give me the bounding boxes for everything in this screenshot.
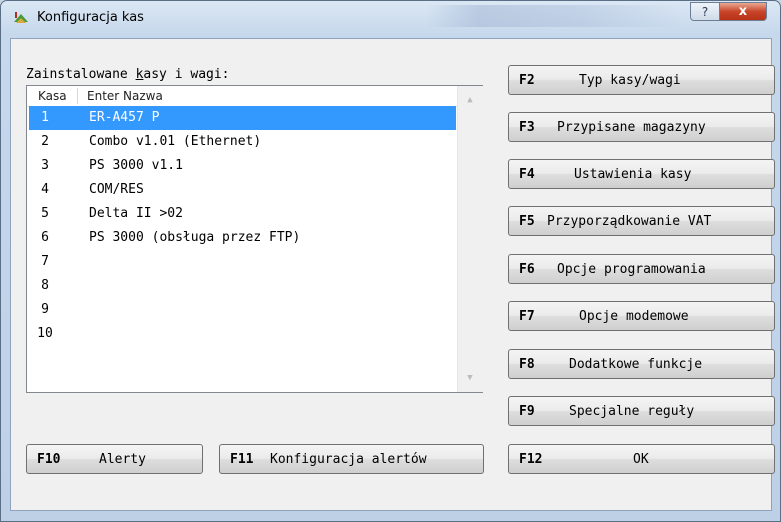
shortcut-key: F7 [519,309,535,324]
kasa-number: 5 [41,206,49,221]
button-label: Opcje programowania [557,262,706,277]
question-icon: ? [701,4,709,19]
button-label: Alerty [99,452,146,467]
window-title: Konfiguracja kas [37,10,144,25]
column-header-kasa[interactable]: Kasa [38,89,67,103]
kasa-number: 9 [41,302,49,317]
shortcut-key: F9 [519,404,535,419]
list-item[interactable]: 5 Delta II >02 [29,202,456,226]
shortcut-key: F11 [230,452,254,467]
programming-options-button[interactable]: F6 Opcje programowania [508,254,775,284]
list-item[interactable]: 7 [29,250,456,274]
shortcut-key: F3 [519,120,535,135]
button-label: Dodatkowe funkcje [569,357,703,372]
scroll-up-icon[interactable]: ▲ [464,95,476,105]
list-header: Kasa Enter Nazwa [27,86,457,107]
list-item[interactable]: 6 PS 3000 (obsługa przez FTP) [29,226,456,250]
kasa-name: COM/RES [89,182,144,197]
special-rules-button[interactable]: F9 Specjalne reguły [508,396,775,426]
kasa-number: 10 [37,326,53,341]
shortcut-key: F5 [519,214,535,229]
shortcut-key: F12 [519,452,543,467]
column-separator [77,88,78,104]
button-label: Specjalne reguły [569,404,695,419]
ok-button[interactable]: F12 OK [508,444,775,474]
shortcut-key: F8 [519,357,535,372]
list-item[interactable]: 3 PS 3000 v1.1 [29,154,456,178]
kasa-number: 7 [41,254,49,269]
kasa-number: 2 [41,134,49,149]
cash-register-list[interactable]: Kasa Enter Nazwa 1 ER-A457 P 2 Combo v1.01 … [26,85,483,393]
kasa-number: 3 [41,158,49,173]
help-button[interactable]: ? [690,2,720,21]
kasa-name: PS 3000 v1.1 [89,158,183,173]
button-label: Przyporządkowanie VAT [547,214,712,229]
kasa-number: 8 [41,278,49,293]
list-item[interactable]: 2 Combo v1.01 (Ethernet) [29,130,456,154]
kasa-number: 1 [41,110,49,125]
register-settings-button[interactable]: F4 Ustawienia kasy [508,159,775,189]
shortcut-key: F4 [519,167,535,182]
vat-assignment-button[interactable]: F5 Przyporządkowanie VAT [508,206,775,236]
type-button[interactable]: F2 Typ kasy/wagi [508,65,775,95]
shortcut-key: F2 [519,73,535,88]
list-item[interactable]: 9 [29,298,456,322]
app-icon [14,12,28,23]
list-label: Zainstalowane kasy i wagi: [26,67,230,82]
title-bar[interactable]: Konfiguracja kas ? x [1,1,780,35]
kasa-name: ER-A457 P [89,110,160,125]
alert-configuration-button[interactable]: F11 Konfiguracja alertów [219,444,484,474]
list-item[interactable]: 10 [29,322,456,346]
button-label: Przypisane magazyny [557,120,706,135]
kasa-name: Combo v1.01 (Ethernet) [89,134,262,149]
kasa-number: 4 [41,182,49,197]
dialog-window: Konfiguracja kas ? x Zainstalowane kasy … [0,0,781,522]
kasa-name: PS 3000 (obsługa przez FTP) [89,230,301,245]
scroll-down-icon[interactable]: ▼ [464,373,476,383]
close-button[interactable]: x [719,2,767,21]
list-item[interactable]: 8 [29,274,456,298]
shortcut-key: F6 [519,262,535,277]
background-window-blur [426,5,686,27]
kasa-name: Delta II >02 [89,206,183,221]
button-label: Konfiguracja alertów [270,452,427,467]
additional-functions-button[interactable]: F8 Dodatkowe funkcje [508,349,775,379]
list-item[interactable]: 1 ER-A457 P [29,106,456,130]
button-label: Opcje modemowe [579,309,689,324]
button-label: Typ kasy/wagi [579,73,681,88]
column-header-nazwa[interactable]: Enter Nazwa [87,89,163,103]
kasa-number: 6 [41,230,49,245]
alerts-button[interactable]: F10 Alerty [26,444,203,474]
shortcut-key: F10 [37,452,61,467]
list-rows: 1 ER-A457 P 2 Combo v1.01 (Ethernet) 3 PS 300… [29,106,456,346]
vertical-scrollbar[interactable]: ▲ ▼ [457,86,483,392]
close-icon: x [738,4,748,19]
button-label: Ustawienia kasy [574,167,692,182]
modem-options-button[interactable]: F7 Opcje modemowe [508,301,775,331]
list-item[interactable]: 4 COM/RES [29,178,456,202]
assigned-warehouses-button[interactable]: F3 Przypisane magazyny [508,112,775,142]
dialog-body: Zainstalowane kasy i wagi: Kasa Enter Na… [10,38,775,511]
button-label: OK [633,452,649,467]
